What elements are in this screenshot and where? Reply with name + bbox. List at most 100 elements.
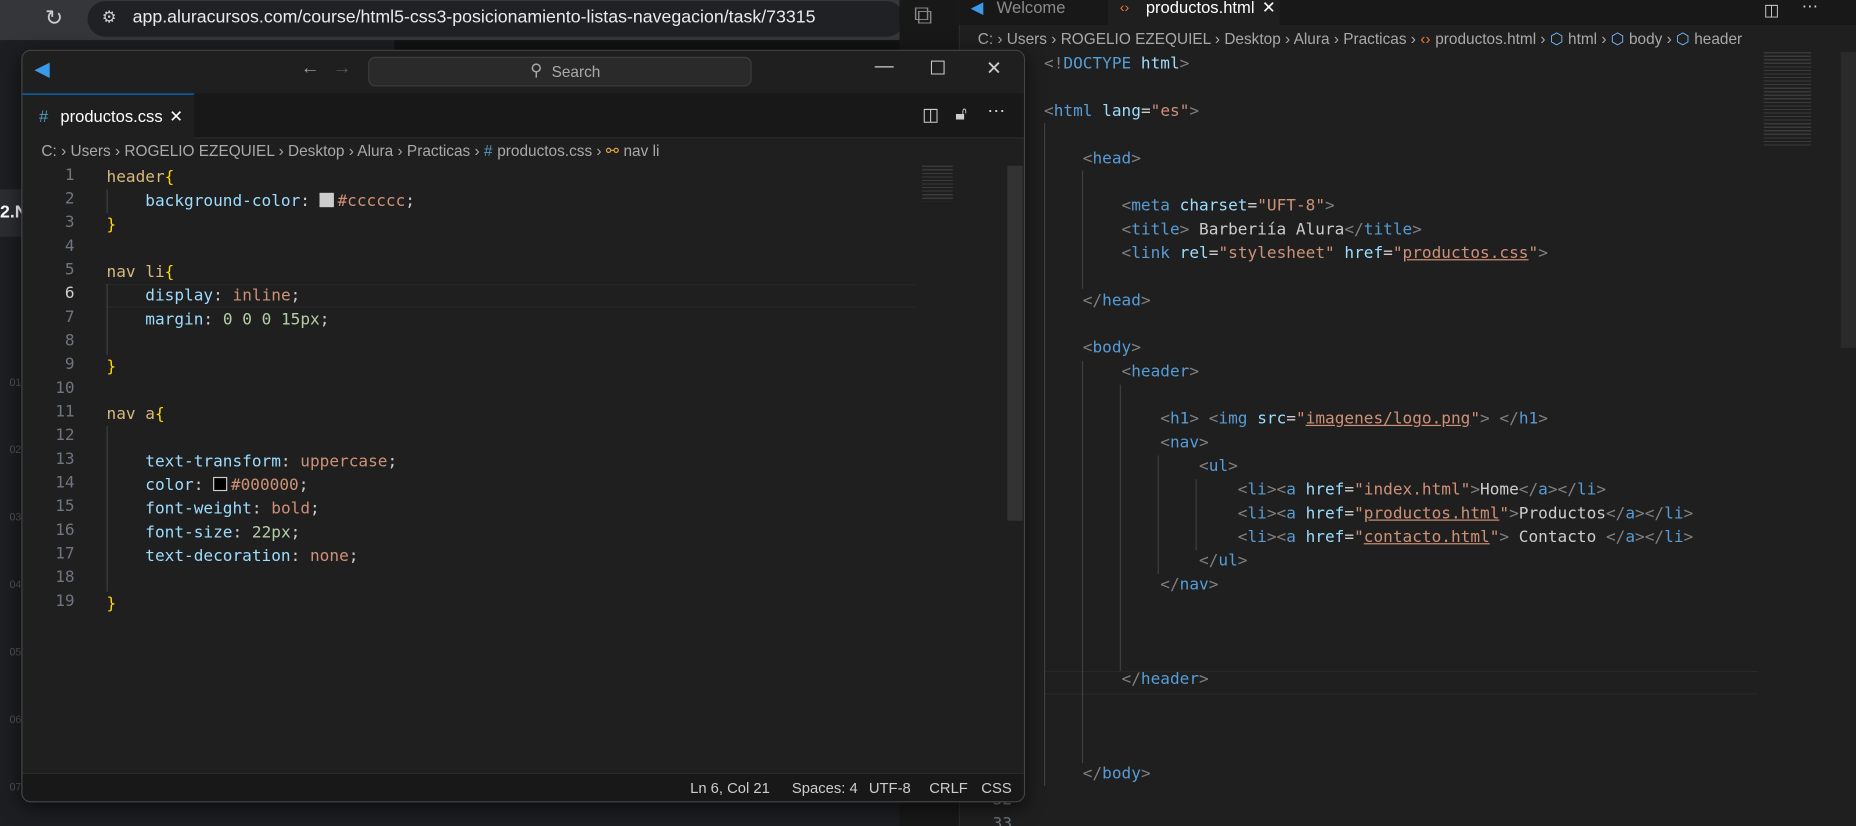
breadcrumb-item[interactable]: C:	[41, 142, 56, 160]
site-info-icon[interactable]: ⚙	[102, 7, 117, 27]
reload-icon[interactable]: ↻	[45, 6, 63, 31]
html-icon: ‹›	[1119, 0, 1130, 16]
more-actions-icon[interactable]: ⋯	[987, 101, 1005, 122]
code-line[interactable]: text-transform: uppercase;	[107, 450, 398, 474]
code-token: <	[1044, 101, 1054, 121]
lock-icon[interactable]: 🔓︎	[955, 104, 967, 124]
breadcrumb-item[interactable]: Practicas	[407, 142, 470, 160]
code-token: li	[1664, 527, 1684, 547]
split-editor-icon[interactable]: ◫	[1764, 0, 1780, 20]
code-line[interactable]: header{	[107, 166, 175, 190]
code-line[interactable]: <h1> <img src="imagenes/logo.png"> </h1>	[1044, 407, 1548, 431]
url-text[interactable]: app.aluracursos.com/course/html5-css3-po…	[133, 7, 816, 27]
close-window-icon[interactable]: ✕	[986, 57, 1002, 81]
explorer-icon[interactable]: ⧉	[914, 0, 933, 31]
breadcrumb-item[interactable]: nav li	[623, 142, 659, 160]
color-swatch[interactable]	[213, 476, 228, 492]
scrollbar[interactable]	[1840, 52, 1856, 348]
color-swatch[interactable]	[319, 192, 334, 208]
breadcrumb-item[interactable]: Practicas	[1343, 30, 1406, 48]
code-token: title	[1131, 220, 1180, 240]
breadcrumb-item[interactable]: header	[1694, 30, 1742, 48]
page-number: 02	[9, 443, 22, 456]
code-token: >	[1412, 220, 1422, 240]
code-line[interactable]: <meta charset="UFT-8">	[1044, 194, 1335, 218]
line-ending[interactable]: CRLF	[929, 780, 968, 797]
code-line[interactable]: <li><a href="index.html">Home</a></li>	[1044, 478, 1606, 502]
breadcrumb-item[interactable]: productos.html	[1435, 30, 1536, 48]
indentation[interactable]: Spaces: 4	[792, 780, 858, 797]
breadcrumb-item[interactable]: Users	[71, 142, 111, 160]
code-line[interactable]: <body>	[1044, 336, 1141, 360]
cursor-position[interactable]: Ln 6, Col 21	[690, 780, 770, 797]
code-line[interactable]: <link rel="stylesheet" href="productos.c…	[1044, 241, 1548, 265]
tab-welcome[interactable]: ◀ Welcome	[959, 0, 1107, 25]
code-line[interactable]: margin: 0 0 0 15px;	[107, 308, 330, 332]
selector-icon: ⚯	[605, 142, 619, 160]
split-editor-icon[interactable]: ◫	[922, 104, 939, 125]
breadcrumb-item[interactable]: body	[1629, 30, 1662, 48]
breadcrumb-item[interactable]: C:	[978, 30, 993, 48]
maximize-icon[interactable]: ☐	[929, 57, 946, 81]
breadcrumb-item[interactable]: Desktop	[1224, 30, 1280, 48]
line-number: 13	[55, 449, 75, 469]
code-line[interactable]: color: #000000;	[107, 473, 309, 497]
code-token: <!	[1044, 54, 1064, 74]
breadcrumb-item[interactable]: ROGELIO EZEQUIEL	[124, 142, 274, 160]
forward-icon[interactable]: →	[333, 58, 352, 79]
code-line[interactable]: </head>	[1044, 289, 1151, 313]
code-token: =	[1383, 243, 1393, 263]
back-icon[interactable]: ←	[301, 58, 320, 79]
code-token: =	[1247, 196, 1258, 216]
code-line[interactable]: }	[107, 355, 117, 379]
breadcrumb-item[interactable]: Alura	[357, 142, 393, 160]
breadcrumb-item[interactable]: html	[1568, 30, 1597, 48]
code-line[interactable]: <ul>	[1044, 454, 1238, 478]
code-line[interactable]: <html lang="es">	[1044, 99, 1199, 123]
code-line[interactable]: nav li{	[107, 260, 175, 284]
breadcrumb-item[interactable]: Users	[1007, 30, 1047, 48]
code-line[interactable]: </body>	[1044, 762, 1151, 786]
code-line[interactable]: </ul>	[1044, 549, 1247, 573]
code-line[interactable]: background-color: #cccccc;	[107, 189, 415, 213]
code-line[interactable]: display: inline;	[107, 284, 301, 308]
code-line[interactable]: </header>	[1044, 667, 1209, 691]
breadcrumb-item[interactable]: Desktop	[288, 142, 344, 160]
close-icon[interactable]: ✕	[1262, 0, 1276, 15]
code-line[interactable]: <title> Barberiía Alura</title>	[1044, 218, 1422, 242]
tab-productos-html[interactable]: ‹› productos.html ✕	[1107, 0, 1280, 25]
hash-icon: #	[39, 106, 49, 126]
more-actions-icon[interactable]: ⋯	[1802, 0, 1819, 17]
breadcrumb-item[interactable]: Alura	[1294, 30, 1330, 48]
code-line[interactable]: <!DOCTYPE html>	[1044, 52, 1189, 76]
code-line[interactable]: <li><a href="contacto.html"> Contacto </…	[1044, 525, 1693, 549]
code-line[interactable]: }	[107, 213, 117, 237]
code-line[interactable]: <head>	[1044, 147, 1141, 171]
close-icon[interactable]: ✕	[169, 107, 183, 127]
language-mode[interactable]: CSS	[981, 780, 1011, 797]
code-line[interactable]: nav a{	[107, 402, 165, 426]
element-icon: ⬡	[1549, 29, 1564, 48]
minimize-icon[interactable]: —	[875, 57, 894, 78]
code-line[interactable]: </nav>	[1044, 573, 1218, 597]
search-box[interactable]: ⚲ Search	[368, 56, 752, 87]
breadcrumb-item[interactable]: ROGELIO EZEQUIEL	[1061, 30, 1211, 48]
code-line[interactable]: <li><a href="productos.html">Productos</…	[1044, 502, 1693, 526]
encoding[interactable]: UTF-8	[869, 780, 911, 797]
code-line[interactable]: text-decoration: none;	[107, 544, 359, 568]
code-line[interactable]: font-weight: bold;	[107, 497, 320, 521]
breadcrumb-item[interactable]: productos.css	[497, 142, 592, 160]
minimap[interactable]	[1763, 52, 1812, 147]
code-line[interactable]: }	[107, 592, 117, 616]
scrollbar[interactable]	[1007, 165, 1023, 521]
code-token: ;	[405, 191, 415, 211]
code-line[interactable]: font-size: 22px;	[107, 521, 301, 545]
tab-productos-css[interactable]: # productos.css ✕	[22, 93, 195, 139]
code-token: 22px	[251, 523, 291, 542]
code-line[interactable]: <header>	[1044, 360, 1200, 384]
code-line[interactable]: <nav>	[1044, 431, 1208, 455]
minimap[interactable]	[922, 165, 953, 202]
code-token: ;	[298, 475, 309, 495]
